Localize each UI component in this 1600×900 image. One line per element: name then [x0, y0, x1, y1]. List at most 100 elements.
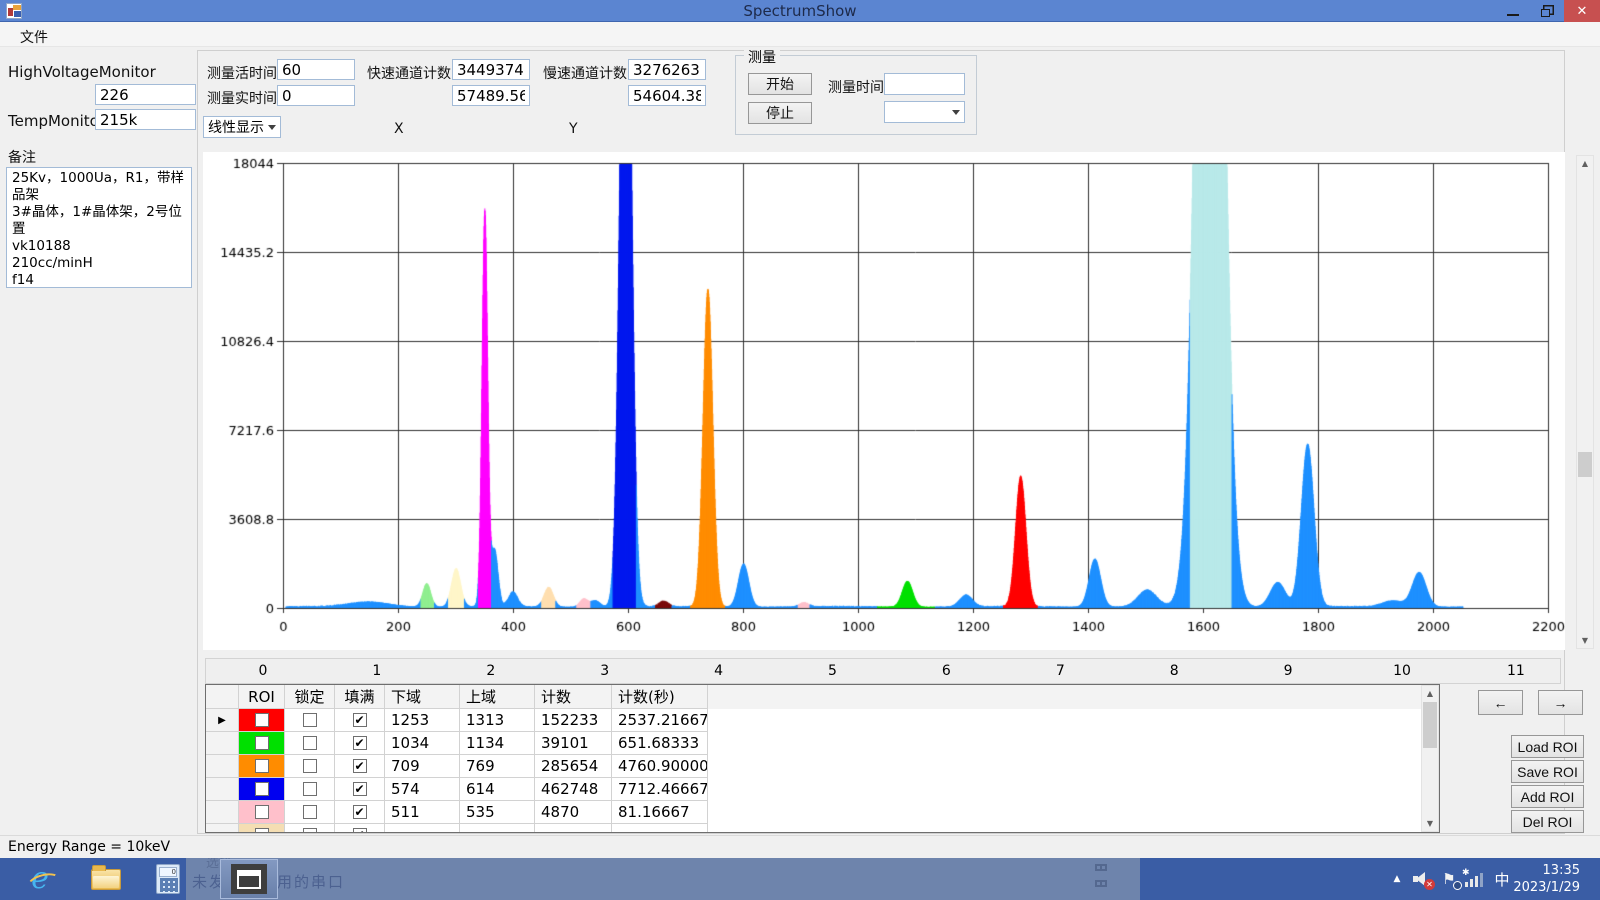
lock-cell[interactable] [285, 732, 335, 755]
restore-button[interactable] [1530, 0, 1564, 22]
live-time-input[interactable] [277, 59, 355, 80]
roi-checkbox[interactable] [255, 759, 269, 773]
taskbar-active-app-button[interactable] [220, 859, 278, 899]
menu-file[interactable]: 文件 [12, 25, 56, 49]
scroll-down-icon[interactable]: ▼ [1577, 633, 1593, 648]
scroll-up-icon[interactable]: ▲ [1577, 156, 1593, 171]
cps-cell[interactable]: 651.68333 [612, 732, 708, 755]
action-center-flag-icon[interactable]: ⚑ [1438, 858, 1460, 900]
taskbar-clock[interactable]: 13:35 2023/1/29 [1513, 862, 1580, 896]
taskbar-ie-button[interactable]: e [18, 858, 62, 900]
real-time-input[interactable] [277, 85, 355, 106]
slow-rate-input[interactable] [628, 85, 706, 106]
temp-monitor-input[interactable] [95, 109, 196, 130]
roi-checkbox[interactable] [255, 805, 269, 819]
lock-cell[interactable] [285, 824, 335, 833]
lock-cell[interactable] [285, 755, 335, 778]
cps-cell[interactable]: 4760.90000 [612, 755, 708, 778]
load-roi-button[interactable]: Load ROI [1511, 735, 1584, 758]
scroll-left-button[interactable]: ← [1478, 690, 1523, 715]
fill-cell[interactable]: ✔ [335, 755, 385, 778]
roi-color-cell[interactable] [239, 778, 285, 801]
lock-checkbox[interactable] [303, 782, 317, 796]
count-cell[interactable]: 39101 [535, 732, 612, 755]
cps-cell[interactable]: 7712.46667 [612, 778, 708, 801]
lock-cell[interactable] [285, 778, 335, 801]
roi-color-cell[interactable] [239, 755, 285, 778]
upper-bound-cell[interactable]: 769 [460, 755, 535, 778]
lower-bound-cell[interactable]: 1253 [385, 709, 460, 732]
fill-checkbox[interactable]: ✔ [353, 736, 367, 750]
roi-color-cell[interactable] [239, 801, 285, 824]
measure-combo[interactable] [884, 101, 965, 123]
slow-count-input[interactable] [628, 59, 706, 80]
fill-cell[interactable]: ✔ [335, 732, 385, 755]
minimize-button[interactable] [1496, 0, 1530, 22]
fill-checkbox[interactable]: ✔ [353, 828, 367, 833]
header-lower[interactable]: 下域 [385, 685, 460, 709]
count-cell[interactable]: 462748 [535, 778, 612, 801]
lock-checkbox[interactable] [303, 736, 317, 750]
fill-checkbox[interactable]: ✔ [353, 713, 367, 727]
header-count[interactable]: 计数 [535, 685, 612, 709]
del-roi-button[interactable]: Del ROI [1511, 810, 1584, 833]
row-header-cell[interactable] [206, 755, 239, 778]
roi-color-cell[interactable] [239, 732, 285, 755]
tray-expand-icon[interactable]: ▲ [1388, 858, 1406, 900]
background-dialog[interactable]: 选择 未发现可使用的串口 [186, 858, 1140, 900]
count-cell[interactable]: 152233 [535, 709, 612, 732]
cps-cell[interactable]: 2537.21667 [612, 709, 708, 732]
add-roi-button[interactable]: Add ROI [1511, 785, 1584, 808]
header-lock[interactable]: 锁定 [285, 685, 335, 709]
chart-scrollbar-thumb[interactable] [1578, 452, 1592, 477]
roi-table-row[interactable]: ✔511535487081.16667 [206, 801, 1439, 824]
header-cps[interactable]: 计数(秒) [612, 685, 708, 709]
roi-checkbox[interactable] [255, 782, 269, 796]
upper-bound-cell[interactable]: 1313 [460, 709, 535, 732]
upper-bound-cell[interactable]: 1134 [460, 732, 535, 755]
save-roi-button[interactable]: Save ROI [1511, 760, 1584, 783]
lock-checkbox[interactable] [303, 759, 317, 773]
lock-cell[interactable] [285, 801, 335, 824]
fill-checkbox[interactable]: ✔ [353, 759, 367, 773]
fill-cell[interactable]: ✔ [335, 801, 385, 824]
hv-monitor-input[interactable] [95, 84, 196, 105]
roi-color-cell[interactable] [239, 709, 285, 732]
row-header-cell[interactable]: ▶ [206, 709, 239, 732]
fill-cell[interactable]: ✔ [335, 709, 385, 732]
count-cell[interactable]: 4870 [535, 801, 612, 824]
roi-table-scrollbar[interactable]: ▲ ▼ [1421, 685, 1439, 832]
lock-checkbox[interactable] [303, 828, 317, 833]
cps-cell[interactable] [612, 824, 708, 833]
roi-table-row[interactable]: ✔1034113439101651.68333 [206, 732, 1439, 755]
network-signal-icon[interactable]: ✱ [1462, 858, 1486, 900]
fill-checkbox[interactable]: ✔ [353, 782, 367, 796]
roi-checkbox[interactable] [255, 736, 269, 750]
header-roi[interactable]: ROI [239, 685, 285, 709]
fill-cell[interactable]: ✔ [335, 824, 385, 833]
scroll-down-icon[interactable]: ▼ [1422, 816, 1438, 831]
lower-bound-cell[interactable]: 709 [385, 755, 460, 778]
measure-time-input[interactable] [884, 73, 965, 95]
row-header-cell[interactable] [206, 732, 239, 755]
notes-textbox[interactable]: 25Kv，1000Ua，R1，带样品架 3#晶体，1#晶体架，2号位置 vk10… [6, 167, 192, 288]
display-mode-combo[interactable]: 线性显示 [203, 116, 281, 138]
row-header-cell[interactable] [206, 778, 239, 801]
stop-button[interactable]: 停止 [748, 102, 812, 124]
lower-bound-cell[interactable] [385, 824, 460, 833]
roi-table[interactable]: ROI 锁定 填满 下域 上域 计数 计数(秒) ▶✔1253131315223… [205, 684, 1440, 833]
scroll-up-icon[interactable]: ▲ [1422, 686, 1438, 701]
fast-rate-input[interactable] [452, 85, 530, 106]
count-cell[interactable] [535, 824, 612, 833]
lower-bound-cell[interactable]: 511 [385, 801, 460, 824]
lower-bound-cell[interactable]: 574 [385, 778, 460, 801]
cps-cell[interactable]: 81.16667 [612, 801, 708, 824]
volume-muted-icon[interactable]: ✕ [1410, 858, 1436, 900]
taskbar-explorer-button[interactable] [84, 858, 128, 900]
upper-bound-cell[interactable] [460, 824, 535, 833]
header-fill[interactable]: 填满 [335, 685, 385, 709]
scroll-right-button[interactable]: → [1538, 690, 1583, 715]
roi-checkbox[interactable] [255, 828, 269, 833]
title-bar[interactable]: SpectrumShow ✕ [0, 0, 1600, 22]
taskbar-calculator-button[interactable] [146, 858, 190, 900]
